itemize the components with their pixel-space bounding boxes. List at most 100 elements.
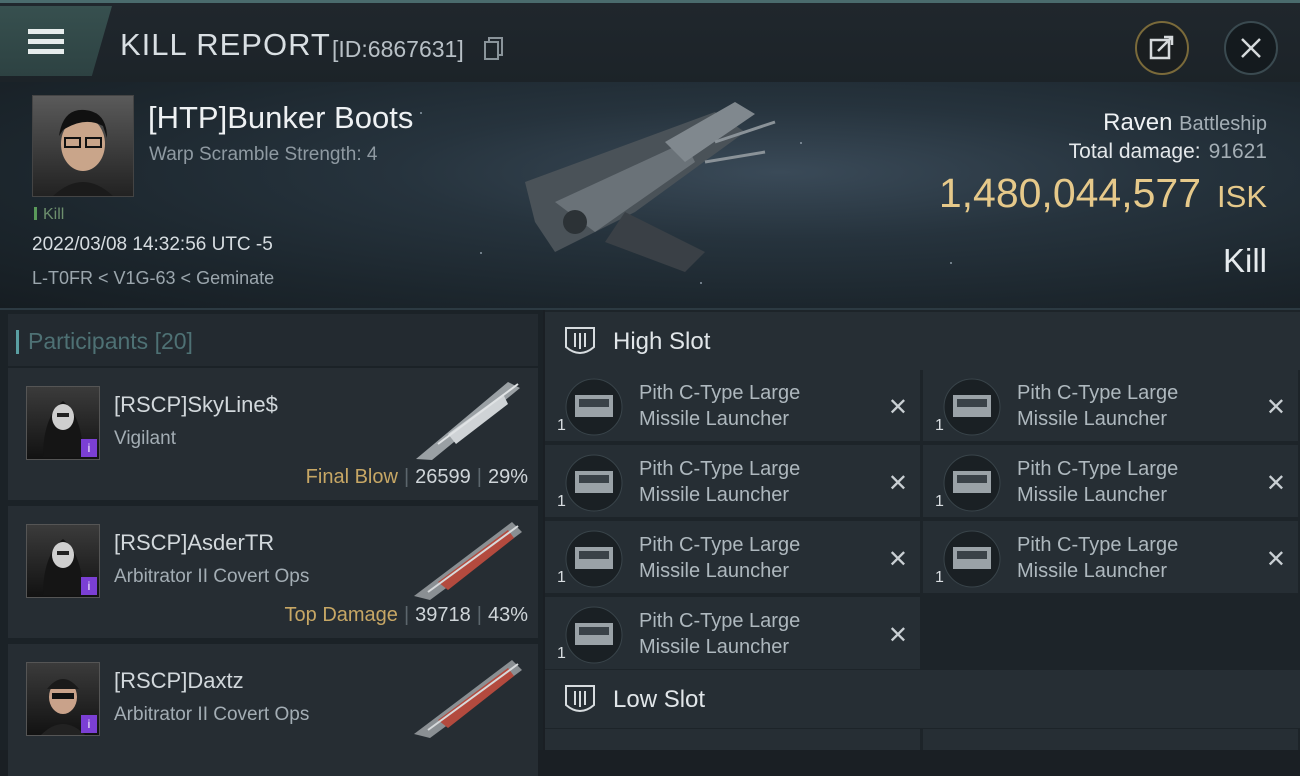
star [800,142,802,144]
participant-ship-image [416,382,520,460]
destroyed-x-icon: ✕ [887,470,908,497]
separator: | [476,466,482,488]
info-badge: i [81,715,97,733]
share-button[interactable] [1135,21,1189,75]
info-badge: i [81,577,97,595]
item-name-line1: Pith C-Type Large [639,458,801,480]
participant-card[interactable]: i [RSCP]Daxtz Arbitrator II Covert Ops [8,644,538,776]
low-slot-header: Low Slot [545,670,1300,728]
item-name: Pith C-Type Large Missile Launcher [1017,380,1247,432]
star [420,112,422,114]
item-name-line2: Missile Launcher [639,408,790,430]
participant-stats: Top Damage | 39718 | 43% [285,604,528,627]
participant-avatar[interactable]: i [26,662,100,736]
item-quantity: 1 [935,569,944,586]
item-name: Pith C-Type Large Missile Launcher [639,532,869,584]
item-quantity: 1 [557,569,566,586]
total-damage-value: 91621 [1208,140,1267,163]
item-quantity: 1 [935,417,944,434]
participant-name[interactable]: [RSCP]Daxtz [114,668,244,694]
slot-icon [565,685,595,712]
menu-button[interactable] [0,6,112,76]
fitted-item[interactable]: 1 Pith C-Type Large Missile Launcher ✕ [545,445,920,517]
missile-launcher-icon [943,378,1001,436]
fitted-item[interactable]: 1 Pith C-Type Large Missile Launcher ✕ [923,445,1298,517]
item-name-line1: Pith C-Type Large [1017,458,1179,480]
victim-name[interactable]: [HTP]Bunker Boots [148,100,413,136]
hamburger-menu-icon-bar [28,39,64,44]
victim-ship: Raven Battleship [1103,109,1267,137]
participant-ship: Arbitrator II Covert Ops [114,566,310,587]
total-damage-label: Total damage: [1068,140,1201,163]
fitting-panel: High Slot 1 Pith C-Type Large Missile Lau… [545,310,1300,750]
star [480,252,482,254]
destroyed-x-icon: ✕ [1265,546,1286,573]
participant-ship-image [414,522,522,600]
avatar [53,109,113,196]
victim-panel: [HTP]Bunker Boots Warp Scramble Strength… [0,82,1300,310]
close-button[interactable] [1224,21,1278,75]
kill-tag: Kill [34,206,64,224]
item-name-line2: Missile Launcher [639,484,790,506]
report-id: [ID:6867631] [332,36,464,62]
isk-amount: 1,480,044,577 [938,170,1202,216]
high-slot-title: High Slot [613,328,711,355]
low-slot-title: Low Slot [613,686,706,713]
item-name: Pith C-Type Large Missile Launcher [639,608,869,660]
top-bar: KILL REPORT [ID:6867631] [0,0,1300,85]
victim-ship-image[interactable] [515,102,785,282]
item-name: Pith C-Type Large Missile Launcher [639,456,869,508]
ship-name: Raven [1103,109,1173,136]
participant-name[interactable]: [RSCP]SkyLine$ [114,392,278,418]
participant-card[interactable]: i [RSCP]AsderTR Arbitrator II Covert Ops… [8,506,538,638]
participant-avatar[interactable]: i [26,524,100,598]
item-name-line1: Pith C-Type Large [639,610,801,632]
victim-subtitle: Warp Scramble Strength: 4 [149,144,378,165]
fitted-item[interactable]: 1 Pith C-Type Large Missile Launcher ✕ [545,369,920,441]
fitted-item[interactable] [545,729,920,750]
fitted-item[interactable] [923,729,1298,750]
participants-count: [20] [154,328,193,354]
fitted-item[interactable]: 1 Pith C-Type Large Missile Launcher ✕ [545,597,920,669]
participant-card[interactable]: i [RSCP]SkyLine$ Vigilant Final Blow | 265… [8,368,538,500]
item-quantity: 1 [557,645,566,662]
fitted-item[interactable]: 1 Pith C-Type Large Missile Launcher ✕ [923,521,1298,593]
participants-title: Participants [20] [16,328,193,355]
total-damage: Total damage: 91621 [1069,140,1267,164]
destroyed-x-icon: ✕ [1265,470,1286,497]
item-name-line2: Missile Launcher [1017,484,1168,506]
participant-name[interactable]: [RSCP]AsderTR [114,530,274,556]
participant-tag: Top Damage [284,604,398,626]
fitted-item[interactable]: 1 Pith C-Type Large Missile Launcher ✕ [923,369,1298,441]
item-name-line1: Pith C-Type Large [1017,382,1179,404]
star [950,262,952,264]
victim-portrait[interactable] [32,95,134,197]
destroyed-x-icon: ✕ [1265,394,1286,421]
isk-value: 1,480,044,577 ISK [939,170,1267,217]
kill-location[interactable]: L-T0FR < V1G-63 < Geminate [32,268,274,289]
fitted-item[interactable]: 1 Pith C-Type Large Missile Launcher ✕ [545,521,920,593]
item-name: Pith C-Type Large Missile Launcher [639,380,869,432]
slot-icon [565,327,595,354]
item-name: Pith C-Type Large Missile Launcher [1017,456,1247,508]
participants-label: Participants [28,328,149,354]
destroyed-x-icon: ✕ [887,622,908,649]
missile-launcher-icon [943,454,1001,512]
item-quantity: 1 [557,417,566,434]
hamburger-menu-icon [28,29,64,34]
item-name: Pith C-Type Large Missile Launcher [1017,532,1247,584]
star [700,282,702,284]
participants-header: Participants [20] [8,314,538,366]
missile-launcher-icon [943,530,1001,588]
close-icon [1241,38,1261,58]
participant-tag: Final Blow [305,466,398,488]
participants-panel: Participants [20] i [RSCP]SkyLine$ Vigil… [0,310,543,776]
participant-damage: 26599 [415,466,471,488]
item-name-line2: Missile Launcher [1017,560,1168,582]
item-quantity: 1 [935,493,944,510]
participant-avatar[interactable]: i [26,386,100,460]
copy-icon[interactable] [484,37,504,61]
item-name-line1: Pith C-Type Large [639,382,801,404]
participant-stats: Final Blow | 26599 | 29% [306,466,528,489]
kill-datetime: 2022/03/08 14:32:56 UTC -5 [32,234,273,255]
